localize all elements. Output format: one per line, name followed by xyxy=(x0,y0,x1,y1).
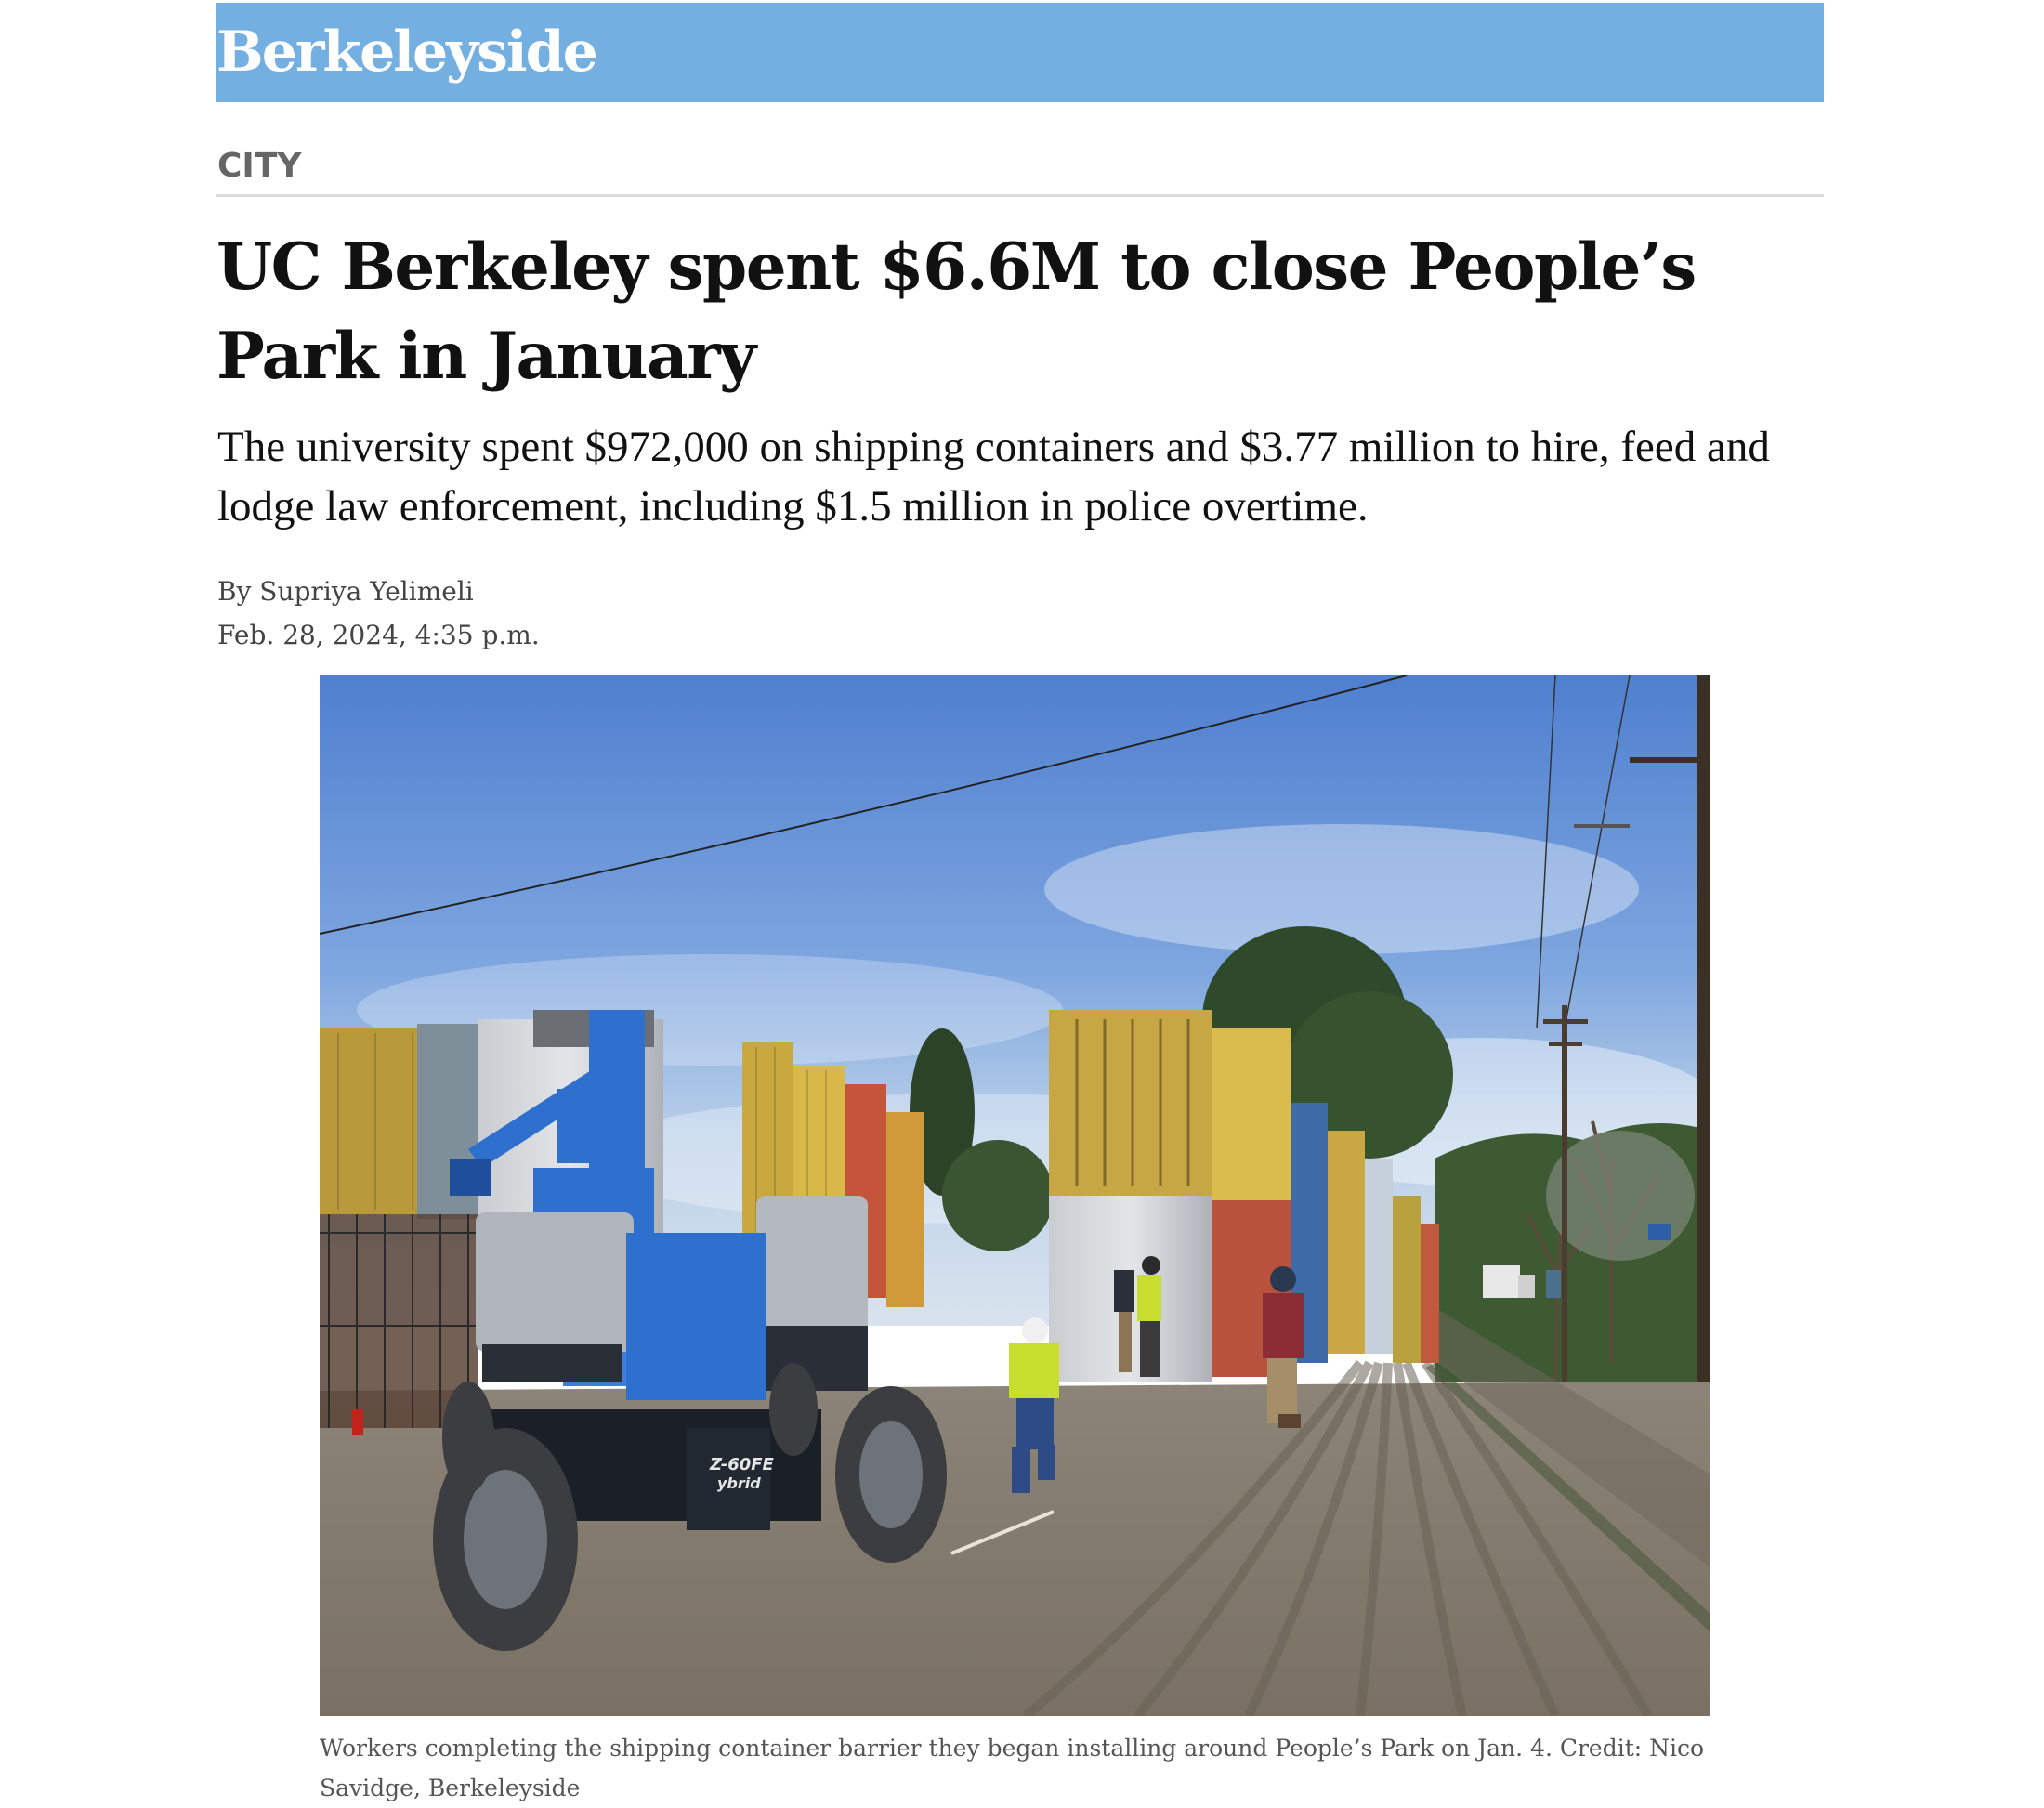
publish-date: Feb. 28, 2024, 4:35 p.m. xyxy=(217,620,540,650)
site-logo[interactable]: Berkeleyside xyxy=(216,12,598,92)
article-dek: The university spent $972,000 on shippin… xyxy=(217,423,1770,531)
section-label[interactable]: CITY xyxy=(217,147,301,185)
article-headline: UC Berkeley spent $6.6M to close People’… xyxy=(216,229,1697,394)
section-divider xyxy=(216,194,1824,197)
byline[interactable]: By Supriya Yelimeli xyxy=(217,576,474,607)
machine-model-label: Z-60FE xyxy=(709,1455,775,1474)
article-photo: Z-60FE ybrid xyxy=(320,675,1710,1716)
machine-model-sublabel: ybrid xyxy=(717,1474,761,1492)
photo-caption: Workers completing the shipping containe… xyxy=(320,1735,1705,1801)
masthead: Berkeleyside xyxy=(216,3,1824,102)
